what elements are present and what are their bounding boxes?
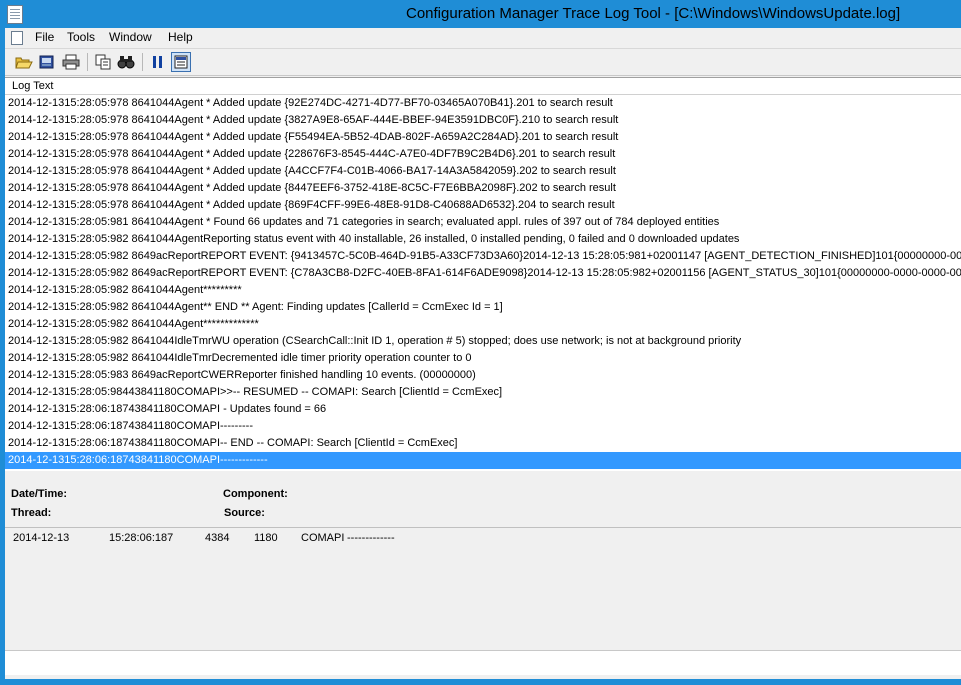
- menu-tools[interactable]: Tools: [67, 30, 95, 44]
- copy-button[interactable]: [93, 52, 113, 72]
- toolbar: [5, 49, 961, 76]
- message-time: 15:28:06:187: [109, 532, 174, 544]
- print-preview-icon: [39, 55, 54, 69]
- pause-button[interactable]: [148, 52, 168, 72]
- log-rows: 2014-12-1315:28:05:978 8641044Agent * Ad…: [5, 95, 961, 469]
- log-row[interactable]: 2014-12-1315:28:05:98443841180COMAPI>>--…: [5, 384, 961, 401]
- pause-icon: [153, 56, 162, 68]
- find-button[interactable]: [116, 52, 136, 72]
- menu-bar: File Tools Window Help: [5, 28, 961, 49]
- message-footer-area: [5, 650, 961, 675]
- copy-icon: [95, 54, 111, 70]
- document-icon[interactable]: [11, 31, 23, 45]
- highlight-button[interactable]: [171, 52, 191, 72]
- log-row[interactable]: 2014-12-1315:28:05:982 8641044AgentRepor…: [5, 231, 961, 248]
- menu-window[interactable]: Window: [109, 30, 152, 44]
- datetime-label: Date/Time:: [11, 488, 68, 500]
- find-icon: [117, 56, 135, 69]
- log-row[interactable]: 2014-12-1315:28:05:978 8641044Agent * Ad…: [5, 146, 961, 163]
- toolbar-separator: [87, 53, 88, 71]
- title-bar[interactable]: Configuration Manager Trace Log Tool - […: [0, 0, 961, 28]
- log-row[interactable]: 2014-12-1315:28:05:982 8649acReportREPOR…: [5, 265, 961, 282]
- message-date: 2014-12-13: [13, 532, 70, 544]
- message-tid: 1180: [254, 532, 278, 544]
- open-button[interactable]: [14, 52, 34, 72]
- message-component: COMAPI: [301, 532, 345, 544]
- log-row[interactable]: 2014-12-1315:28:05:982 8649acReportREPOR…: [5, 248, 961, 265]
- menu-file[interactable]: File: [35, 30, 54, 44]
- window-title: Configuration Manager Trace Log Tool - […: [406, 5, 901, 22]
- log-row[interactable]: 2014-12-1315:28:05:978 8641044Agent * Ad…: [5, 112, 961, 129]
- main-window: File Tools Window Help Log Text 2014-12-…: [5, 28, 961, 679]
- component-label: Component:: [223, 488, 288, 500]
- log-row[interactable]: 2014-12-1315:28:05:978 8641044Agent * Ad…: [5, 95, 961, 112]
- log-row[interactable]: 2014-12-1315:28:05:982 8641044Agent** EN…: [5, 299, 961, 316]
- toolbar-separator: [142, 53, 143, 71]
- log-row[interactable]: 2014-12-1315:28:05:982 8641044Agent*****…: [5, 316, 961, 333]
- log-row[interactable]: 2014-12-1315:28:06:18743841180COMAPI - U…: [5, 401, 961, 418]
- highlight-icon: [174, 55, 188, 69]
- log-list[interactable]: Log Text 2014-12-1315:28:05:978 8641044A…: [5, 77, 961, 471]
- log-row[interactable]: 2014-12-1315:28:05:983 8649acReportCWERR…: [5, 367, 961, 384]
- print-button[interactable]: [61, 52, 81, 72]
- log-row[interactable]: 2014-12-1315:28:05:981 8641044Agent * Fo…: [5, 214, 961, 231]
- log-row[interactable]: 2014-12-1315:28:05:982 8641044Agent*****…: [5, 282, 961, 299]
- window-bottom-border: [0, 679, 961, 685]
- log-row[interactable]: 2014-12-1315:28:05:978 8641044Agent * Ad…: [5, 197, 961, 214]
- column-header-log-text[interactable]: Log Text: [5, 78, 961, 95]
- message-text: -------------: [347, 532, 395, 544]
- log-row[interactable]: 2014-12-1315:28:05:982 8641044IdleTmrWU …: [5, 333, 961, 350]
- print-icon: [62, 54, 80, 70]
- print-preview-button[interactable]: [37, 52, 57, 72]
- message-pid: 4384: [205, 532, 230, 544]
- log-row[interactable]: 2014-12-1315:28:05:978 8641044Agent * Ad…: [5, 163, 961, 180]
- log-row[interactable]: 2014-12-1315:28:05:982 8641044IdleTmrDec…: [5, 350, 961, 367]
- app-log-icon[interactable]: [7, 5, 23, 24]
- message-panel[interactable]: 2014-12-13 15:28:06:187 4384 1180 COMAPI…: [5, 527, 961, 676]
- log-row[interactable]: 2014-12-1315:28:06:18743841180COMAPI-- E…: [5, 435, 961, 452]
- log-row[interactable]: 2014-12-1315:28:05:978 8641044Agent * Ad…: [5, 180, 961, 197]
- log-row[interactable]: 2014-12-1315:28:05:978 8641044Agent * Ad…: [5, 129, 961, 146]
- menu-help[interactable]: Help: [168, 30, 193, 44]
- thread-label: Thread:: [11, 507, 52, 519]
- details-panel: Date/Time: Component: Thread: Source:: [5, 480, 961, 526]
- log-row-selected[interactable]: 2014-12-1315:28:06:18743841180COMAPI----…: [5, 452, 961, 469]
- open-folder-icon: [15, 57, 33, 69]
- source-label: Source:: [224, 507, 265, 519]
- log-row[interactable]: 2014-12-1315:28:06:18743841180COMAPI----…: [5, 418, 961, 435]
